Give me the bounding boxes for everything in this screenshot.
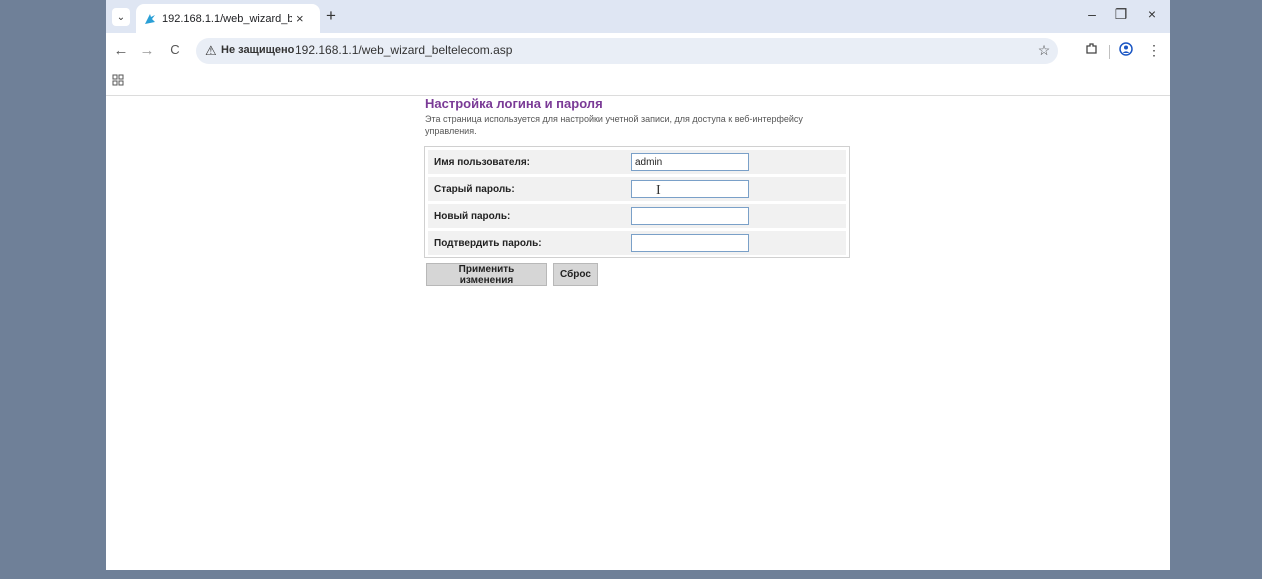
site-favicon-icon <box>144 12 156 26</box>
browser-toolbar: ← → C ⚠ Не защищено 192.168.1.1/web_wiza… <box>106 33 1170 69</box>
confirm-password-input[interactable] <box>631 234 749 252</box>
apply-changes-button[interactable]: Применить изменения <box>426 263 547 286</box>
tab-close-icon[interactable]: × <box>296 11 304 26</box>
warning-triangle-icon[interactable]: ⚠ <box>205 43 217 59</box>
chevron-down-icon[interactable]: ⌄ <box>112 8 130 26</box>
reset-button[interactable]: Сброс <box>553 263 598 286</box>
bookmarks-bar <box>106 69 1170 96</box>
old-password-input[interactable] <box>631 180 749 198</box>
tab-title: 192.168.1.1/web_wizard_beltele <box>162 12 292 25</box>
page-content: Настройка логина и пароля Эта страница и… <box>106 96 1170 570</box>
back-icon[interactable]: ← <box>112 42 130 59</box>
page-title: Настройка логина и пароля <box>425 96 603 111</box>
puzzle-icon[interactable] <box>1081 42 1101 58</box>
restore-button[interactable]: ❐ <box>1109 6 1133 23</box>
toolbar-divider <box>1109 45 1110 59</box>
profile-icon[interactable] <box>1116 42 1136 59</box>
forward-icon[interactable]: → <box>138 42 156 59</box>
minimize-button[interactable]: – <box>1080 6 1104 22</box>
url-text[interactable]: 192.168.1.1/web_wizard_beltelecom.asp <box>295 43 512 57</box>
confirm-password-row: Подтвердить пароль: <box>428 231 846 255</box>
username-row: Имя пользователя: <box>428 150 846 174</box>
browser-window: ⌄ 192.168.1.1/web_wizard_beltele × + – ❐… <box>106 0 1170 570</box>
old-password-row: Старый пароль: <box>428 177 846 201</box>
reload-icon[interactable]: C <box>166 42 184 57</box>
tab-strip: ⌄ 192.168.1.1/web_wizard_beltele × + – ❐… <box>106 0 1170 33</box>
address-bar[interactable]: ⚠ Не защищено 192.168.1.1/web_wizard_bel… <box>196 38 1058 64</box>
username-input[interactable] <box>631 153 749 171</box>
close-window-button[interactable]: × <box>1140 6 1164 22</box>
old-password-label: Старый пароль: <box>434 184 515 195</box>
new-tab-button[interactable]: + <box>326 6 336 26</box>
active-tab[interactable]: 192.168.1.1/web_wizard_beltele × <box>136 4 320 33</box>
kebab-menu-icon[interactable]: ⋮ <box>1144 42 1164 59</box>
security-label[interactable]: Не защищено <box>221 44 294 56</box>
text-cursor-icon: I <box>656 183 661 198</box>
new-password-input[interactable] <box>631 207 749 225</box>
confirm-password-label: Подтвердить пароль: <box>434 238 542 249</box>
page-description: Эта страница используется для настройки … <box>425 114 803 136</box>
new-password-row: Новый пароль: <box>428 204 846 228</box>
credentials-form: Имя пользователя: Старый пароль: Новый п… <box>424 146 850 258</box>
new-password-label: Новый пароль: <box>434 211 511 222</box>
star-icon[interactable]: ☆ <box>1034 42 1054 59</box>
username-label: Имя пользователя: <box>434 157 530 168</box>
apps-grid-icon[interactable] <box>112 73 124 89</box>
